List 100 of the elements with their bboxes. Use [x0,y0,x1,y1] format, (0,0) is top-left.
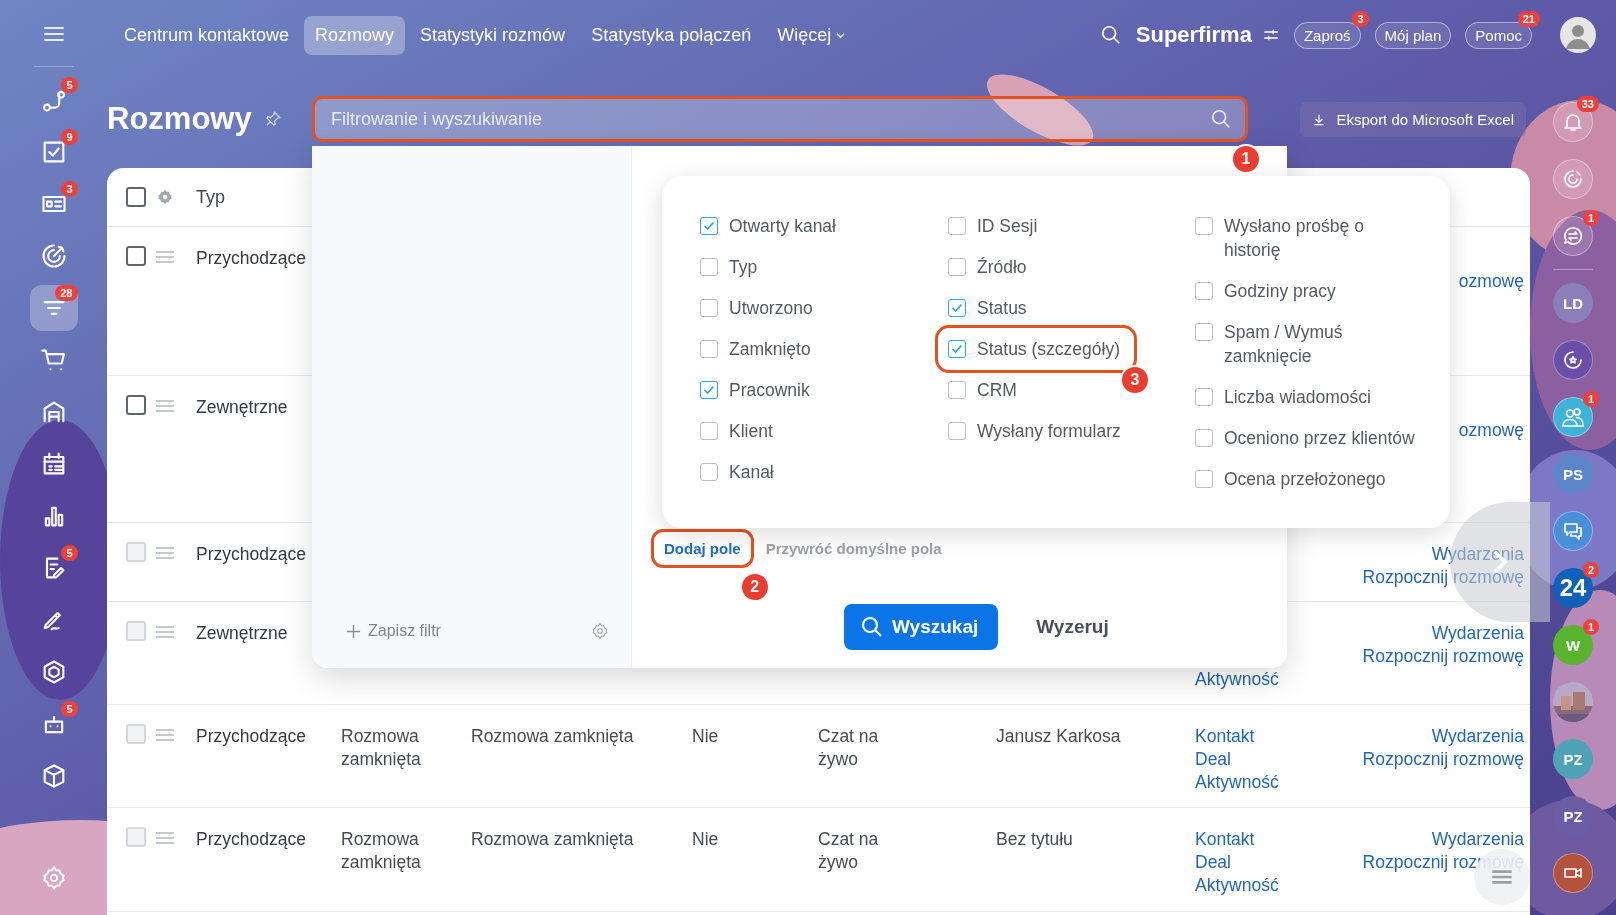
field-label: Spam / Wymuś zamknięcie [1224,321,1344,368]
table-cell: Zewnętrzne [196,396,288,419]
search-field[interactable]: Filtrowanie i wyszukiwanie [312,96,1248,142]
field-label: Kanał [729,461,774,484]
ring-star-icon [1561,348,1585,372]
field-label: Godziny pracy [1224,280,1336,303]
checkbox[interactable] [948,217,966,235]
company-name[interactable]: Superfirma [1135,22,1252,48]
round-button[interactable] [1553,216,1593,256]
sidebar-item[interactable]: 3 [29,181,78,227]
checkmark-icon [950,342,964,356]
field-label: Status [977,297,1027,320]
nav-tab[interactable]: Centrum kontaktowe [113,15,301,55]
checkbox[interactable] [700,463,718,481]
sidebar-item[interactable]: 5 [29,701,78,747]
field-label: Oceniono przez klientów [1224,427,1415,450]
settings-icon[interactable] [156,188,174,206]
table-cell: Janusz Karkosa [996,725,1121,748]
checkbox[interactable] [1195,470,1213,488]
count-badge: 28 [55,285,78,301]
table-cell: Przychodzące [196,247,306,270]
table-cell-text: Rozmowa zamknięta [341,828,422,874]
checkbox[interactable] [1195,429,1213,447]
count-badge: 5 [61,701,78,717]
sidebar-item[interactable]: 5 [29,545,78,591]
field-label: Pracownik [729,379,810,402]
search-icon [860,615,884,639]
table-cell-text: Czat na żywo [818,725,880,771]
table-cell: Rozmowa zamknięta [471,725,634,748]
checkbox[interactable] [126,187,146,207]
search-icon[interactable] [1099,24,1122,46]
checkmark-icon [702,219,716,233]
checkbox[interactable] [700,340,718,358]
drag-handle-icon[interactable] [156,626,174,638]
drag-handle-icon[interactable] [156,400,174,412]
checkbox[interactable] [1195,388,1213,406]
field-label: Typ [729,256,758,279]
nav-tab[interactable]: Statystyki rozmów [409,15,577,55]
settings-icon[interactable] [591,622,609,640]
plus-icon [346,623,361,639]
save-filter-link[interactable]: Zapisz filtr [346,622,441,640]
restore-fields-link[interactable]: Przywróć domyślne pola [765,540,942,557]
export-button[interactable]: Eksport do Microsoft Excel [1300,102,1526,137]
count-badge: 5 [61,77,78,93]
field-label: Klient [729,420,773,443]
field-label: Ocena przełożonego [1224,468,1386,491]
user-avatar[interactable] [1560,17,1596,53]
drag-handle-icon[interactable] [156,729,174,741]
more-menu[interactable]: Więcej [766,15,858,55]
checkbox[interactable] [1195,282,1213,300]
checkbox[interactable] [948,258,966,276]
reset-button[interactable]: Wyzeruj [1030,615,1115,639]
checkbox[interactable] [126,246,146,266]
checkbox[interactable] [126,395,146,415]
field-label: Źródło [977,256,1027,279]
drag-handle-icon[interactable] [156,832,174,844]
field-label: Utworzono [729,297,813,320]
download-icon [1312,112,1327,127]
settings-icon[interactable] [40,865,67,891]
table-cell: Nie [692,828,719,851]
checkbox[interactable] [948,340,966,358]
drag-handle-icon[interactable] [156,547,174,559]
checkbox[interactable] [948,381,966,399]
table-cell: Przychodzące [196,725,306,748]
sidebar-item[interactable]: 9 [29,129,78,175]
field-label: CRM [977,379,1017,402]
field-label: Status (szczegóły) [977,338,1120,361]
checkbox[interactable] [700,422,718,440]
sidebar-item[interactable]: 5 [29,77,78,123]
field-label: Zamknięto [729,338,811,361]
checkbox[interactable] [1195,323,1213,341]
link[interactable]: ozmowę [1458,270,1524,293]
count-badge: 3 [61,181,78,197]
column-header[interactable]: Typ [196,186,225,208]
search-icon[interactable] [1210,108,1232,130]
field-label: Wysłany formularz [977,420,1121,443]
checkbox[interactable] [948,422,966,440]
round-button[interactable] [1553,102,1593,142]
checkbox[interactable] [700,217,718,235]
nav-tab[interactable]: Statystyka połączeń [580,15,763,55]
header-button[interactable]: Mój plan [1374,21,1452,49]
page-title: Rozmowy [107,101,252,137]
checkbox[interactable] [1195,217,1213,235]
checkbox[interactable] [700,258,718,276]
table-cell: Zewnętrzne [196,622,288,645]
pin-icon[interactable] [263,110,282,128]
step-badge: 2 [739,572,770,602]
count-badge: 5 [61,545,78,561]
sidebar-item[interactable]: 28 [29,285,78,331]
table-cell-text: Czat na żywo [818,828,880,874]
field-label: Wysłano prośbę o historię [1224,215,1365,262]
table-cell: Rozmowa zamknięta [471,828,634,851]
drag-handle-icon[interactable] [156,251,174,263]
search-button[interactable]: Wyszukaj [844,604,999,650]
table-cell: Przychodzące [196,828,306,851]
step-badge: 3 [1120,365,1150,395]
link[interactable]: ozmowę [1458,419,1524,442]
checkbox[interactable] [948,299,966,317]
checkbox[interactable] [700,299,718,317]
checkbox[interactable] [700,381,718,399]
